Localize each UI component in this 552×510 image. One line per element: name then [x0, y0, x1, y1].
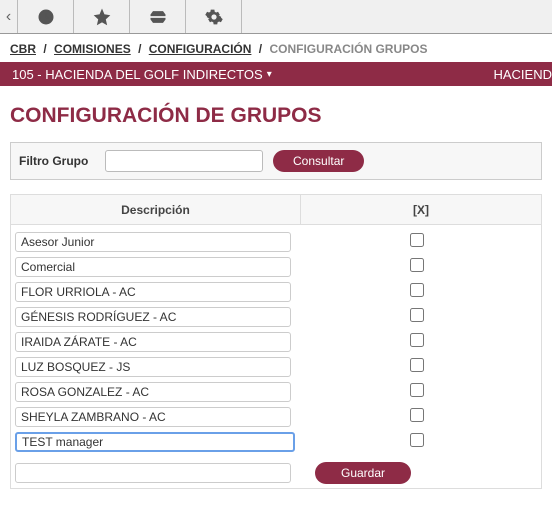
- group-description-input[interactable]: [15, 357, 291, 377]
- delete-checkbox[interactable]: [410, 408, 424, 422]
- group-description-input[interactable]: [15, 332, 291, 352]
- group-description-input[interactable]: [15, 382, 291, 402]
- breadcrumb-item[interactable]: CBR: [10, 42, 36, 56]
- table-body: [11, 225, 541, 458]
- group-description-input[interactable]: [15, 432, 295, 452]
- page-title: CONFIGURACIÓN DE GRUPOS: [0, 86, 552, 142]
- group-description-input[interactable]: [15, 232, 291, 252]
- delete-checkbox[interactable]: [410, 308, 424, 322]
- table-row: [11, 229, 541, 254]
- project-name: 105 - HACIENDA DEL GOLF INDIRECTOS: [12, 67, 263, 82]
- group-description-input[interactable]: [15, 407, 291, 427]
- breadcrumb-item[interactable]: CONFIGURACIÓN: [149, 42, 252, 56]
- tab-recent[interactable]: [18, 0, 74, 33]
- new-group-input[interactable]: [15, 463, 291, 483]
- table-row: [11, 329, 541, 354]
- delete-checkbox[interactable]: [410, 283, 424, 297]
- table-row: [11, 354, 541, 379]
- table-row: [11, 279, 541, 304]
- breadcrumb-sep: /: [43, 42, 46, 56]
- tab-favorites[interactable]: [74, 0, 130, 33]
- project-right-label: HACIEND: [493, 67, 552, 82]
- breadcrumb: CBR / COMISIONES / CONFIGURACIÓN / CONFI…: [0, 34, 552, 62]
- table-row: [11, 379, 541, 404]
- project-strip: 105 - HACIENDA DEL GOLF INDIRECTOS ▾ HAC…: [0, 62, 552, 86]
- consult-button[interactable]: Consultar: [273, 150, 364, 172]
- delete-checkbox[interactable]: [410, 333, 424, 347]
- groups-table: Descripción [X] Guardar: [10, 194, 542, 489]
- delete-checkbox[interactable]: [410, 383, 424, 397]
- gear-icon: [205, 8, 223, 26]
- clock-icon: [37, 8, 55, 26]
- table-row: [11, 404, 541, 429]
- col-header-delete: [X]: [301, 203, 541, 217]
- table-row: [11, 429, 541, 454]
- group-description-input[interactable]: [15, 282, 291, 302]
- filter-box: Filtro Grupo Consultar: [10, 142, 542, 180]
- filter-label: Filtro Grupo: [19, 154, 105, 168]
- delete-checkbox[interactable]: [410, 233, 424, 247]
- group-description-input[interactable]: [15, 257, 291, 277]
- tray-icon: [148, 7, 168, 27]
- chevron-down-icon: ▾: [267, 69, 272, 80]
- filter-input[interactable]: [105, 150, 263, 172]
- project-selector[interactable]: 105 - HACIENDA DEL GOLF INDIRECTOS ▾: [0, 67, 284, 82]
- back-arrow[interactable]: ‹: [0, 0, 18, 33]
- delete-checkbox[interactable]: [410, 433, 424, 447]
- star-icon: [93, 8, 111, 26]
- top-tabs: ‹: [0, 0, 552, 34]
- group-description-input[interactable]: [15, 307, 291, 327]
- table-row: [11, 304, 541, 329]
- breadcrumb-sep: /: [259, 42, 262, 56]
- col-header-description: Descripción: [11, 195, 301, 224]
- save-button[interactable]: Guardar: [315, 462, 411, 484]
- tab-settings[interactable]: [186, 0, 242, 33]
- breadcrumb-item[interactable]: COMISIONES: [54, 42, 131, 56]
- table-row: [11, 254, 541, 279]
- table-header: Descripción [X]: [11, 195, 541, 225]
- delete-checkbox[interactable]: [410, 358, 424, 372]
- delete-checkbox[interactable]: [410, 258, 424, 272]
- table-footer: Guardar: [11, 458, 541, 488]
- breadcrumb-sep: /: [138, 42, 141, 56]
- tab-inbox[interactable]: [130, 0, 186, 33]
- breadcrumb-current: CONFIGURACIÓN GRUPOS: [269, 42, 427, 56]
